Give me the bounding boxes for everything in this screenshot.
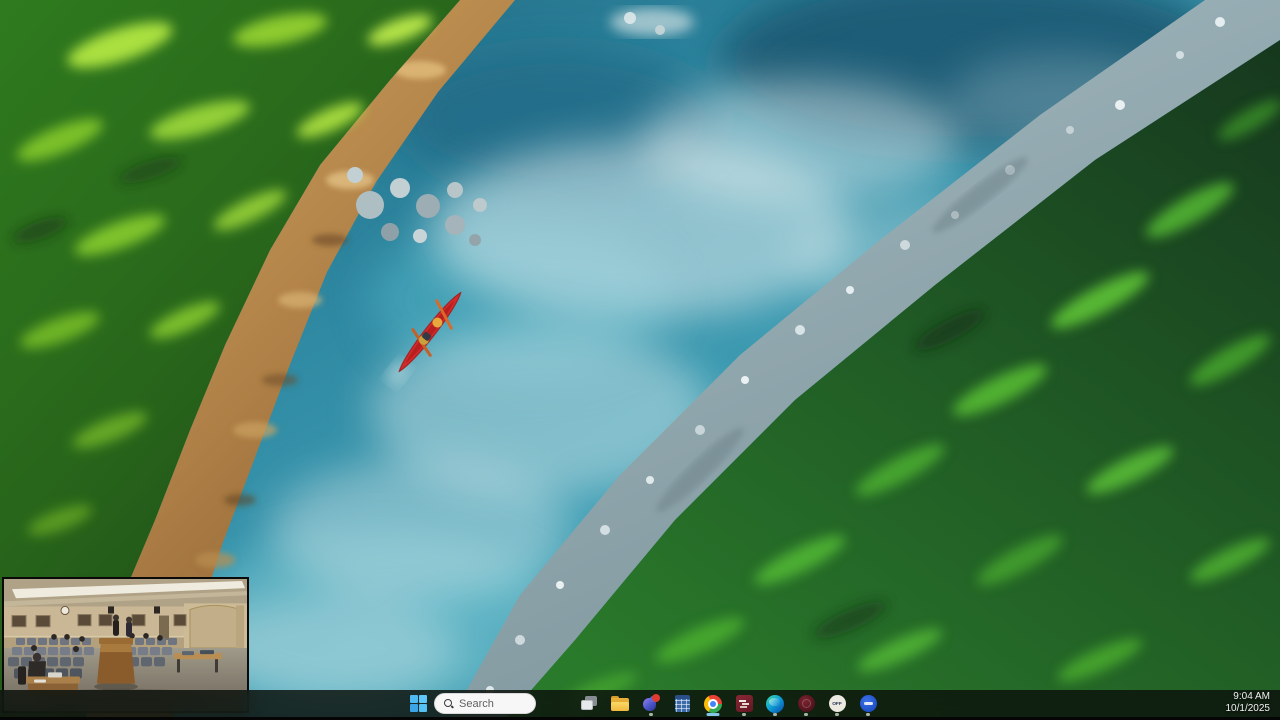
calculator-icon xyxy=(674,695,690,712)
off-app-button[interactable]: OFF xyxy=(825,692,849,716)
task-view-button[interactable] xyxy=(577,692,601,716)
running-indicator xyxy=(649,712,653,716)
clock-time: 9:04 AM xyxy=(1233,691,1270,702)
dark-red-app-icon xyxy=(797,695,815,712)
maroon-app-icon xyxy=(735,695,753,712)
chrome-button[interactable] xyxy=(701,692,725,716)
notification-badge xyxy=(652,693,660,702)
river-rapids-rocks xyxy=(610,8,694,36)
purple-app-icon xyxy=(643,693,660,712)
desktop-screen: Search OFF 9:04 AM 10/1/2025 xyxy=(0,0,1280,720)
maroon-app-button[interactable] xyxy=(732,692,756,716)
blue-app-button[interactable] xyxy=(856,692,880,716)
running-indicator xyxy=(804,712,808,716)
edge-button[interactable] xyxy=(763,692,787,716)
search-icon xyxy=(444,699,453,708)
taskbar-icon-row: OFF xyxy=(577,690,880,717)
search-placeholder: Search xyxy=(459,697,494,710)
start-button[interactable] xyxy=(410,695,428,713)
running-indicator xyxy=(742,712,746,716)
blue-app-icon xyxy=(859,695,877,712)
task-view-icon xyxy=(580,696,598,711)
taskbar-clock[interactable]: 9:04 AM 10/1/2025 xyxy=(1226,691,1271,715)
dark-red-app-button[interactable] xyxy=(794,692,818,716)
chrome-icon xyxy=(704,694,722,713)
clock-date: 10/1/2025 xyxy=(1225,703,1271,714)
file-explorer-icon xyxy=(611,696,629,711)
calculator-button[interactable] xyxy=(670,692,694,716)
windows-logo-icon xyxy=(410,695,418,703)
off-app-icon: OFF xyxy=(828,695,846,712)
running-indicator xyxy=(835,712,839,716)
file-explorer-button[interactable] xyxy=(608,692,632,716)
running-indicator xyxy=(866,712,870,716)
running-indicator xyxy=(773,712,777,716)
edge-icon xyxy=(766,694,784,713)
active-app-indicator xyxy=(706,712,720,716)
purple-app-button[interactable] xyxy=(639,692,663,716)
search-input[interactable]: Search xyxy=(434,693,536,714)
